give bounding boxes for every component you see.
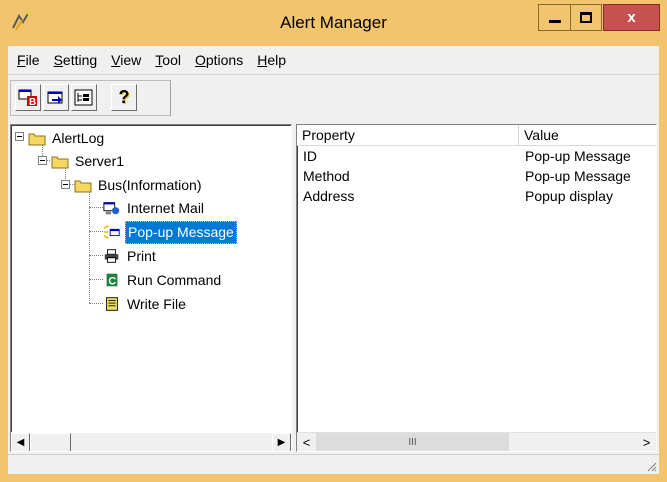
folder-icon: [51, 153, 69, 169]
menu-file[interactable]: File: [10, 46, 47, 74]
write-file-icon: [103, 296, 121, 312]
internet-mail-icon: [103, 200, 121, 216]
tree-node-print[interactable]: Print: [103, 245, 158, 267]
scroll-left-button[interactable]: ◀: [11, 433, 30, 451]
scroll-thumb[interactable]: III: [316, 433, 509, 451]
scroll-right-button[interactable]: ▶: [272, 433, 291, 451]
cell-value: Pop-up Message: [525, 148, 631, 164]
list-row[interactable]: Address Popup display: [297, 186, 656, 206]
cell-property: ID: [303, 148, 317, 164]
column-header-property[interactable]: Property: [297, 125, 519, 146]
tree-node-label: Write File: [127, 295, 186, 312]
minimize-button[interactable]: [538, 4, 570, 31]
maximize-button[interactable]: [570, 4, 602, 31]
arrow-left-icon: <: [302, 435, 311, 450]
tree-node-label: Bus(Information): [98, 176, 202, 193]
tree-connector: [89, 185, 90, 303]
tree-pane[interactable]: AlertLog Server1 Bus(Information) Intern…: [10, 124, 292, 452]
title-bar[interactable]: Alert Manager x: [0, 0, 667, 46]
collapse-server-toggle[interactable]: [38, 156, 47, 165]
tree-horizontal-scrollbar[interactable]: ◀ ▶: [11, 432, 291, 451]
cell-property: Method: [303, 168, 350, 184]
tree-node-label: Pop-up Message: [125, 220, 237, 244]
collapse-bus-toggle[interactable]: [61, 180, 70, 189]
tree-node-popup-message[interactable]: Pop-up Message: [103, 220, 237, 244]
new-bus-icon: B: [18, 89, 37, 107]
list-row[interactable]: ID Pop-up Message: [297, 146, 656, 166]
list-row[interactable]: Method Pop-up Message: [297, 166, 656, 186]
tree-node-bus[interactable]: Bus(Information): [74, 174, 203, 196]
resize-grip-icon[interactable]: [645, 460, 657, 472]
menu-view[interactable]: View: [104, 46, 148, 74]
scroll-left-button[interactable]: <: [297, 433, 316, 451]
toolbar: B ?: [8, 74, 659, 122]
client-area: File Setting View Tool Options Help B ? …: [8, 46, 659, 474]
menu-tool[interactable]: Tool: [148, 46, 188, 74]
scroll-right-button[interactable]: >: [637, 433, 656, 451]
arrow-right-icon: ▶: [277, 437, 286, 448]
cell-property: Address: [303, 188, 355, 204]
arrow-right-icon: >: [642, 435, 651, 450]
maximize-icon: [580, 12, 592, 23]
svg-text:C: C: [108, 276, 116, 288]
tree-node-label: Server1: [75, 152, 125, 169]
new-bus-button[interactable]: B: [15, 84, 41, 111]
tree-view-button[interactable]: [71, 84, 97, 111]
tree-connector: [89, 303, 103, 304]
status-bar: [8, 454, 659, 474]
new-item-icon: [47, 91, 63, 104]
tree-node-label: AlertLog: [52, 129, 105, 146]
tree-node-label: Print: [127, 247, 156, 264]
arrow-left-icon: ◀: [16, 437, 25, 448]
app-window: Alert Manager x File Setting View Tool O…: [0, 0, 667, 482]
tree-node-write-file[interactable]: Write File: [103, 293, 188, 315]
toolbar-group: B ?: [10, 80, 171, 116]
column-header-value[interactable]: Value: [519, 125, 656, 146]
svg-text:B: B: [29, 97, 36, 107]
collapse-root-toggle[interactable]: [15, 132, 24, 141]
menu-options[interactable]: Options: [188, 46, 250, 74]
tree-connector: [89, 207, 103, 208]
tree-node-server1[interactable]: Server1: [51, 150, 126, 172]
tree-node-label: Run Command: [127, 271, 222, 288]
folder-icon: [74, 177, 92, 193]
scroll-thumb[interactable]: [30, 433, 71, 451]
popup-message-icon: [103, 224, 121, 240]
folder-icon: [28, 130, 46, 146]
run-command-icon: C: [103, 272, 121, 288]
grip-icon: III: [408, 437, 417, 448]
menu-help[interactable]: Help: [250, 46, 293, 74]
list-header: Property Value: [297, 125, 656, 146]
help-icon: ?: [118, 87, 130, 107]
tree-node-alertlog[interactable]: AlertLog: [28, 127, 106, 149]
printer-icon: [103, 248, 121, 264]
list-horizontal-scrollbar[interactable]: < III >: [297, 432, 656, 451]
tree-connector: [89, 231, 103, 232]
tree-node-run-command[interactable]: C Run Command: [103, 269, 223, 291]
close-button[interactable]: x: [603, 4, 660, 31]
property-list-pane[interactable]: Property Value ID Pop-up Message Method …: [296, 124, 657, 452]
minimize-icon: [548, 20, 561, 23]
tree-connector: [89, 255, 103, 256]
cell-value: Popup display: [525, 188, 613, 204]
new-item-button[interactable]: [43, 84, 69, 111]
close-icon: x: [627, 9, 636, 26]
tree-node-label: Internet Mail: [127, 199, 205, 216]
menu-bar: File Setting View Tool Options Help: [8, 46, 659, 74]
tree-view-icon: [74, 89, 93, 105]
help-button[interactable]: ?: [111, 84, 137, 111]
tree-connector: [89, 279, 103, 280]
cell-value: Pop-up Message: [525, 168, 631, 184]
tree-node-internet-mail[interactable]: Internet Mail: [103, 197, 206, 219]
menu-setting[interactable]: Setting: [47, 46, 105, 74]
